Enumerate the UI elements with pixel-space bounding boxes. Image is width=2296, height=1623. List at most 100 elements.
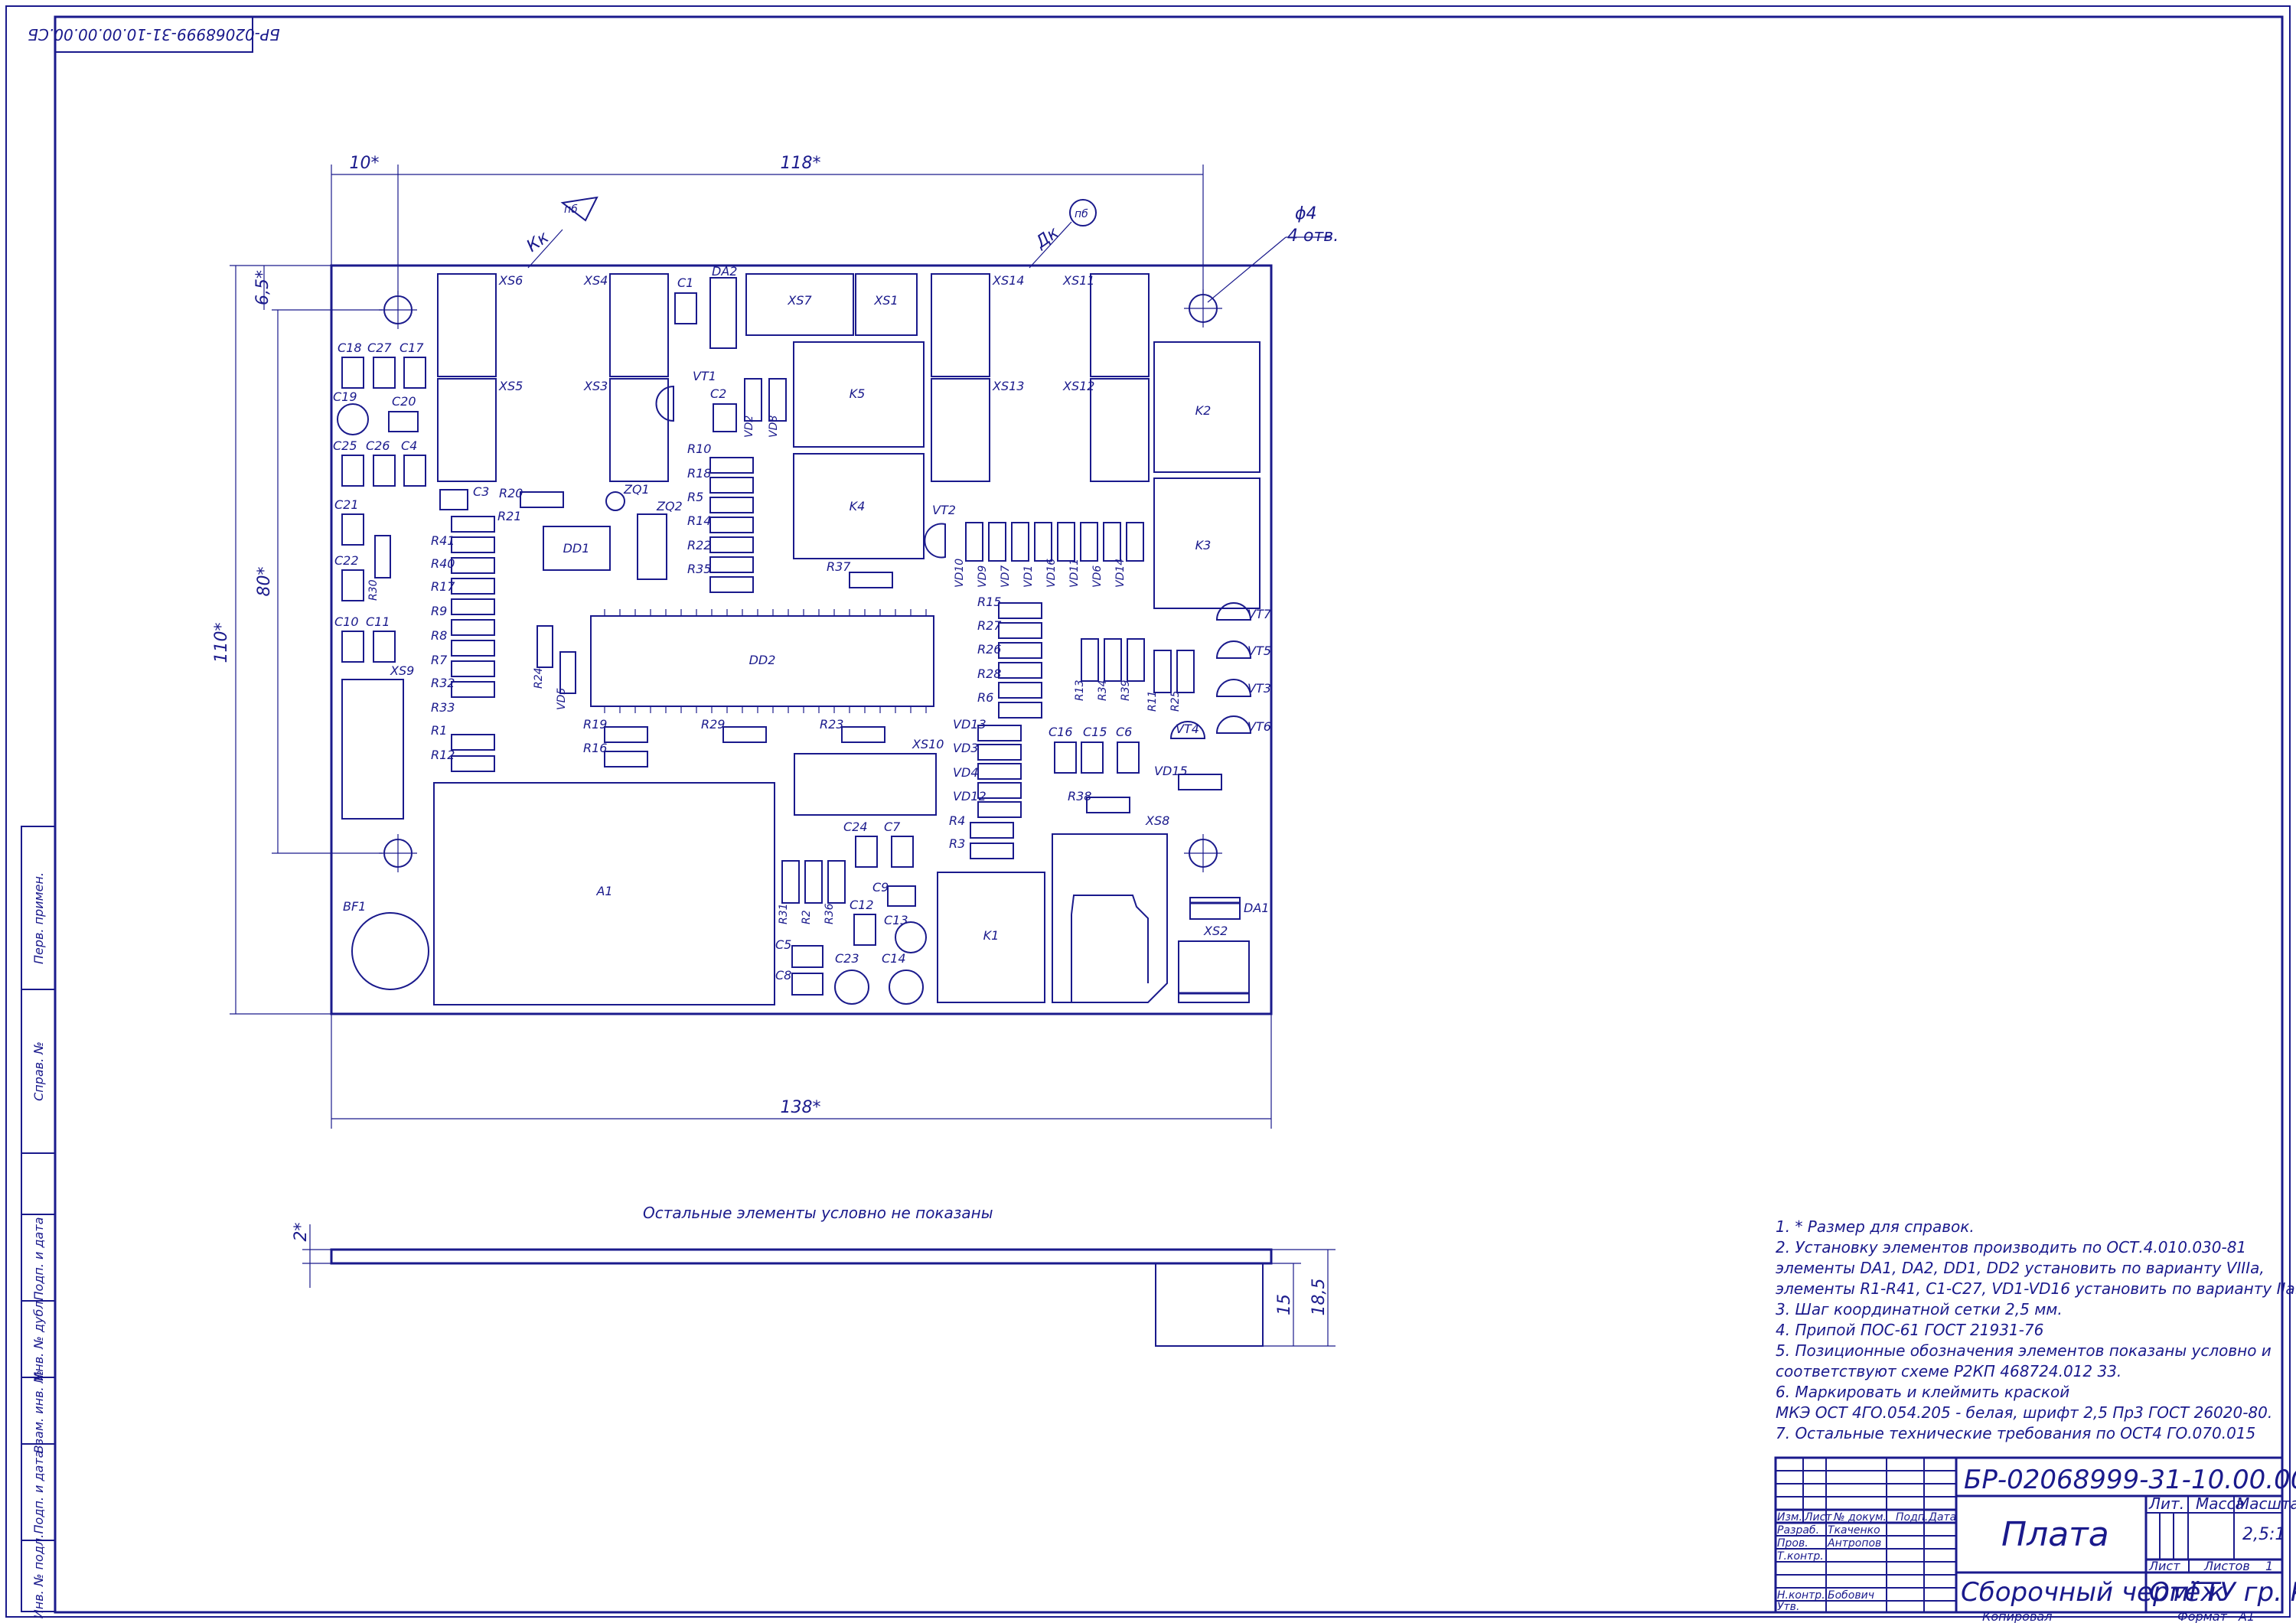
dim-10: 10* [350, 154, 380, 173]
svg-text:VT3: VT3 [1247, 681, 1271, 696]
tb-format-label: Формат [2177, 1609, 2228, 1623]
transistor-vt2 [924, 523, 946, 559]
svg-text:Подп.: Подп. [1896, 1511, 1928, 1524]
svg-text:МКЭ ОСТ 4ГО.054.205 - белая, ш: МКЭ ОСТ 4ГО.054.205 - белая, шрифт 2,5 П… [1776, 1403, 2272, 1422]
top-stamp: БР-02068999-31-10.00.00.00.СБ [28, 16, 280, 53]
svg-text:5. Позиционные обозначения эле: 5. Позиционные обозначения элементов пок… [1776, 1341, 2272, 1360]
svg-text:R12: R12 [431, 748, 455, 762]
svg-text:элементы DA1, DA2, DD1, DD2 ус: элементы DA1, DA2, DD1, DD2 установить п… [1776, 1259, 2265, 1277]
chip-da1 [1189, 897, 1241, 920]
svg-text:C10: C10 [334, 614, 359, 629]
svg-text:Изм.: Изм. [1777, 1511, 1802, 1524]
tb-scale: 2,5:1 [2242, 1525, 2285, 1544]
svg-text:R22: R22 [687, 538, 711, 552]
top-stamp-code: БР-02068999-31-10.00.00.00.СБ [28, 25, 280, 44]
svg-text:1. * Размер для справок.: 1. * Размер для справок. [1776, 1217, 1975, 1236]
label-xs1: XS1 [873, 293, 898, 308]
label-xs10: XS10 [912, 737, 944, 751]
svg-text:R18: R18 [687, 466, 711, 481]
caption-side-view: Остальные элементы условно не показаны [643, 1204, 993, 1222]
svg-text:R26: R26 [977, 642, 1001, 657]
tb-name: Плата [2001, 1515, 2109, 1554]
svg-text:R40: R40 [431, 556, 455, 571]
side-col-sprav: Справ. № [31, 1041, 46, 1101]
label-da2: DA2 [712, 264, 737, 279]
dim-118: 118* [781, 154, 821, 173]
svg-text:C5: C5 [775, 937, 791, 952]
tb-copied: Копировал [1982, 1609, 2052, 1623]
label-zq2: ZQ2 [656, 499, 683, 513]
svg-text:C8: C8 [775, 968, 791, 983]
svg-text:C4: C4 [401, 438, 417, 453]
svg-text:C14: C14 [882, 951, 906, 966]
svg-text:R36: R36 [823, 903, 836, 924]
connector-xs8 [1052, 833, 1168, 1003]
dim-hole-dia: ϕ4 [1295, 204, 1317, 223]
svg-text:VD1: VD1 [1022, 565, 1035, 588]
svg-text:R13: R13 [1074, 680, 1086, 701]
side-col-podp2: Подп. и дата [31, 1451, 46, 1534]
svg-text:C6: C6 [1116, 725, 1132, 739]
side-col-inv-podl: Инв. № подл. [31, 1534, 46, 1618]
technical-notes: 1. * Размер для справок. 2. Установку эл… [1776, 1217, 2296, 1442]
svg-text:VD12: VD12 [953, 789, 987, 803]
svg-text:R4: R4 [949, 813, 965, 828]
title-block: БР-02068999-31-10.00.00.00.СБ Плата Лит.… [1774, 1456, 2296, 1614]
svg-text:R9: R9 [431, 604, 447, 618]
connector-xs5 [437, 378, 497, 482]
svg-text:VD6: VD6 [1091, 565, 1104, 588]
svg-text:R15: R15 [977, 595, 1001, 609]
connector-xs13 [931, 378, 990, 482]
flag-pb2: пб [1075, 208, 1088, 220]
board-side-view: Остальные элементы условно не показаны 2… [292, 1204, 1336, 1347]
svg-text:Ткаченко: Ткаченко [1828, 1524, 1880, 1537]
label-xs4: XS4 [583, 273, 608, 288]
svg-text:R38: R38 [1068, 789, 1091, 803]
dim-185: 18,5 [1309, 1279, 1329, 1316]
label-k5: K5 [850, 386, 866, 401]
buzzer-bf1 [351, 912, 429, 990]
svg-text:№ докум.: № докум. [1833, 1511, 1887, 1524]
svg-text:Н.контр.: Н.контр. [1777, 1589, 1825, 1602]
svg-text:VD2: VD2 [743, 416, 755, 438]
svg-text:Разраб.: Разраб. [1777, 1524, 1819, 1537]
svg-text:R33: R33 [431, 700, 455, 715]
svg-text:R1: R1 [431, 723, 447, 738]
svg-text:R39: R39 [1120, 680, 1132, 701]
label-xs5: XS5 [498, 379, 523, 393]
svg-text:R19: R19 [583, 717, 607, 732]
svg-text:VT6: VT6 [1247, 719, 1271, 734]
svg-text:VT7: VT7 [1247, 607, 1272, 621]
svg-text:C27: C27 [367, 341, 392, 355]
svg-text:R10: R10 [687, 442, 711, 456]
svg-text:R28: R28 [977, 666, 1001, 681]
resistor-ladder-left: R21 R41 R40 R17 R9 R8 R7 R32 R33 R1 R12 [431, 509, 521, 772]
dim-65: 6,5* [253, 270, 272, 305]
diode-stack: VD13 VD3 VD4 VD12 [953, 717, 1022, 818]
label-k4: K4 [850, 499, 866, 513]
svg-text:VD11: VD11 [1068, 559, 1081, 588]
svg-text:Пров.: Пров. [1777, 1537, 1808, 1550]
svg-text:R21: R21 [497, 509, 521, 523]
label-xs9: XS9 [390, 663, 414, 678]
transistors-right: VT7 VT5 VT3 VT6 VT4 [1169, 602, 1272, 739]
svg-text:Бобович: Бобович [1828, 1589, 1874, 1602]
flag-pb1: пб [564, 204, 578, 216]
svg-text:R14: R14 [687, 513, 711, 528]
svg-text:C26: C26 [366, 438, 390, 453]
svg-text:C24: C24 [843, 820, 868, 834]
svg-text:R35: R35 [687, 562, 711, 576]
svg-text:C9: C9 [872, 880, 889, 895]
resistor-stack-right: R15 R27 R26 R28 R6 [977, 595, 1042, 719]
svg-text:VD7: VD7 [1000, 565, 1012, 588]
dim-hole-count: 4 отв. [1287, 227, 1339, 246]
svg-text:2. Установку элементов произво: 2. Установку элементов производить по ОС… [1776, 1238, 2246, 1256]
label-xs7: XS7 [787, 293, 812, 308]
tb-format-value: А1 [2238, 1609, 2255, 1623]
label-dd1: DD1 [563, 541, 590, 556]
svg-text:VD4: VD4 [953, 765, 978, 780]
svg-text:VT4: VT4 [1176, 722, 1199, 736]
svg-text:R7: R7 [431, 653, 448, 667]
label-da1: DA1 [1244, 901, 1269, 915]
svg-text:6. Маркировать и клеймить: 6. Маркировать и клеймить краской [1776, 1383, 2069, 1401]
